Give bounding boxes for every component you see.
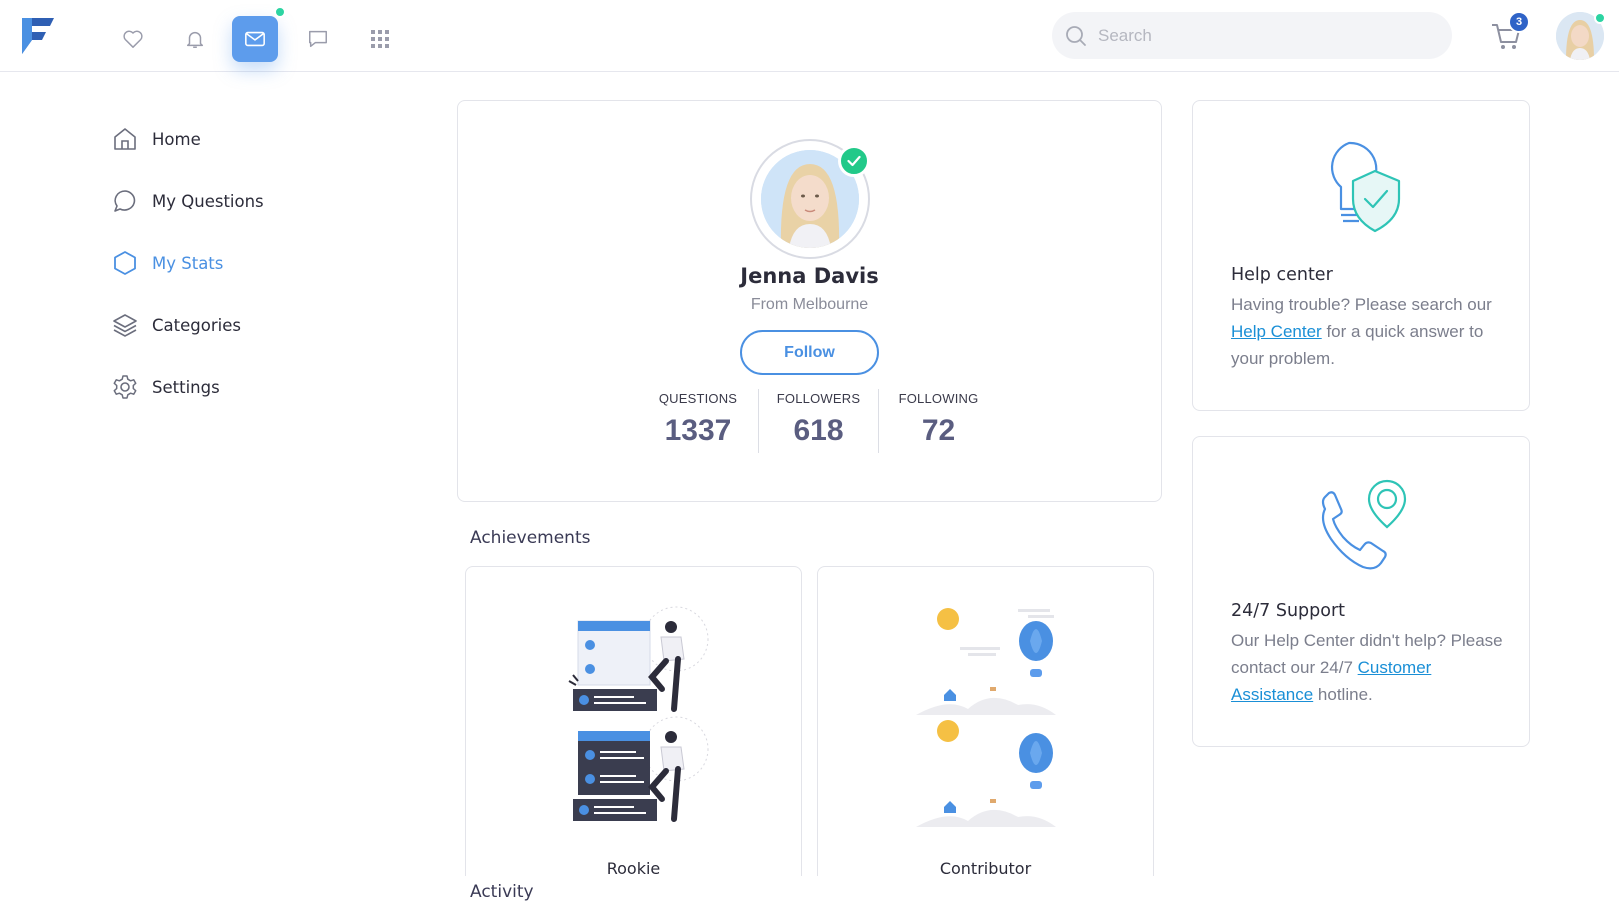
support-title: 24/7 Support — [1231, 601, 1346, 621]
mail-icon[interactable] — [232, 16, 278, 62]
sidebar-item-my-questions[interactable]: My Questions — [112, 170, 412, 232]
lightbulb-shield-icon — [1330, 141, 1401, 233]
profile-location: From Melbourne — [750, 296, 869, 313]
contributor-illustration — [916, 608, 1056, 827]
online-dot — [1594, 12, 1606, 24]
help-center-title: Help center — [1231, 265, 1333, 285]
sidebar-item-label: Home — [152, 129, 201, 149]
hexagon-icon — [114, 251, 136, 275]
stat-questions: QUESTIONS 1337 — [638, 389, 758, 453]
sidebar-item-categories[interactable]: Categories — [112, 294, 412, 356]
stat-label: QUESTIONS — [658, 391, 738, 406]
follow-button[interactable]: Follow — [740, 330, 879, 375]
achievement-label: Rookie — [606, 859, 661, 876]
heart-icon[interactable] — [110, 16, 156, 62]
support-text-part: hotline. — [1313, 685, 1373, 704]
sidebar-item-label: Settings — [152, 377, 220, 397]
profile-stats: QUESTIONS 1337 FOLLOWERS 618 FOLLOWING 7… — [638, 389, 998, 453]
profile-avatar — [750, 139, 870, 259]
profile-card: Jenna Davis From Melbourne Follow QUESTI… — [457, 100, 1162, 502]
bell-icon[interactable] — [172, 16, 218, 62]
stat-value: 618 — [793, 414, 844, 447]
stat-value: 1337 — [664, 414, 732, 447]
notification-dot — [274, 6, 286, 18]
gear-icon — [113, 375, 137, 399]
grid-icon[interactable] — [357, 16, 403, 62]
help-text-part: Having trouble? Please search our — [1231, 295, 1492, 314]
chat-icon[interactable] — [295, 16, 341, 62]
stat-value: 72 — [921, 414, 956, 447]
stat-followers: FOLLOWERS 618 — [758, 389, 878, 453]
phone-location-icon — [1321, 479, 1407, 570]
stat-label: FOLLOWING — [898, 391, 979, 406]
achievement-card-rookie[interactable]: Rookie — [465, 566, 802, 876]
stat-label: FOLLOWERS — [776, 391, 861, 406]
chat-bubble-icon — [114, 190, 136, 212]
search-bar[interactable] — [1052, 12, 1452, 59]
profile-name: Jenna Davis — [740, 264, 879, 288]
sidebar-item-label: Categories — [152, 315, 241, 335]
achievements-title: Achievements — [470, 528, 591, 548]
help-center-link[interactable]: Help Center — [1231, 322, 1322, 341]
rookie-illustration — [568, 606, 709, 822]
activity-title: Activity — [470, 882, 610, 903]
sidebar-item-my-stats[interactable]: My Stats — [112, 232, 412, 294]
support-card: 24/7 Support Our Help Center didn't help… — [1192, 436, 1530, 747]
stat-following: FOLLOWING 72 — [878, 389, 998, 453]
sidebar-item-label: My Stats — [152, 253, 224, 273]
sidebar-item-settings[interactable]: Settings — [112, 356, 412, 418]
sidebar: Home My Questions My Stats Categories Se… — [112, 108, 412, 418]
search-input[interactable] — [1098, 25, 1418, 46]
layers-icon — [113, 314, 137, 337]
help-center-text: Having trouble? Please search our Help C… — [1231, 291, 1511, 372]
achievement-card-contributor[interactable]: Contributor — [817, 566, 1154, 876]
search-icon — [1066, 25, 1086, 46]
sidebar-item-label: My Questions — [152, 191, 264, 211]
sidebar-item-home[interactable]: Home — [112, 108, 412, 170]
logo-icon[interactable] — [20, 16, 56, 56]
verified-check-icon — [838, 145, 870, 177]
help-center-card: Help center Having trouble? Please searc… — [1192, 100, 1530, 411]
home-icon — [114, 128, 136, 150]
achievement-label: Contributor — [939, 859, 1032, 876]
support-text: Our Help Center didn't help? Please cont… — [1231, 627, 1511, 708]
cart-badge: 3 — [1508, 11, 1530, 33]
top-bar: 3 — [0, 0, 1619, 72]
